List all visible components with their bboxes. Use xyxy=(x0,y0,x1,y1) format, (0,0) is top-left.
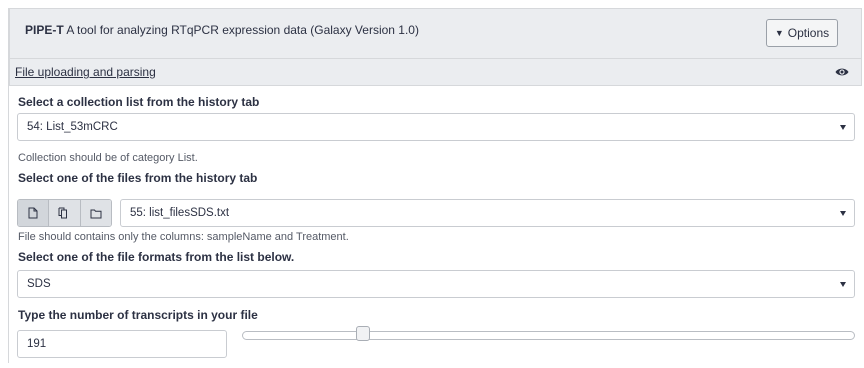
tool-name: PIPE-T xyxy=(25,23,64,37)
file-select[interactable]: 55: list_filesSDS.txt xyxy=(120,199,855,227)
chevron-down-icon xyxy=(840,211,846,216)
tool-form: PIPE-T A tool for analyzing RTqPCR expre… xyxy=(8,8,862,363)
chevron-down-icon xyxy=(840,125,846,130)
options-button[interactable]: ▼ Options xyxy=(766,19,838,47)
format-select[interactable]: SDS xyxy=(17,270,855,298)
eye-icon[interactable] xyxy=(835,67,849,77)
format-label: Select one of the file formats from the … xyxy=(18,250,295,264)
format-select-value: SDS xyxy=(27,278,51,290)
file-select-value: 55: list_filesSDS.txt xyxy=(130,207,230,219)
transcripts-label: Type the number of transcripts in your f… xyxy=(18,308,258,322)
multiple-files-icon xyxy=(58,207,68,219)
single-file-button[interactable] xyxy=(18,200,50,226)
collection-select-value: 54: List_53mCRC xyxy=(27,121,118,133)
collection-label: Select a collection list from the histor… xyxy=(18,95,260,109)
tool-description: A tool for analyzing RTqPCR expression d… xyxy=(66,23,419,37)
tool-header: PIPE-T A tool for analyzing RTqPCR expre… xyxy=(9,8,862,58)
transcripts-slider-track[interactable] xyxy=(242,331,855,340)
single-file-icon xyxy=(28,207,38,219)
folder-icon xyxy=(90,209,102,218)
section-header: File uploading and parsing xyxy=(9,58,862,86)
chevron-down-icon xyxy=(840,282,846,287)
tool-title: PIPE-T A tool for analyzing RTqPCR expre… xyxy=(25,23,419,37)
caret-down-icon: ▼ xyxy=(774,28,784,38)
dataset-collection-button[interactable] xyxy=(80,200,111,226)
section-title-link[interactable]: File uploading and parsing xyxy=(15,65,156,79)
collection-help-text: Collection should be of category List. xyxy=(18,152,198,164)
multiple-files-button[interactable] xyxy=(49,200,81,226)
file-source-button-group xyxy=(17,199,112,227)
file-help-text: File should contains only the columns: s… xyxy=(18,231,349,243)
file-label: Select one of the files from the history… xyxy=(18,171,258,185)
transcripts-number-input[interactable] xyxy=(17,330,227,358)
collection-select[interactable]: 54: List_53mCRC xyxy=(17,113,855,141)
options-label: Options xyxy=(787,26,830,40)
transcripts-slider-handle[interactable] xyxy=(355,326,370,341)
